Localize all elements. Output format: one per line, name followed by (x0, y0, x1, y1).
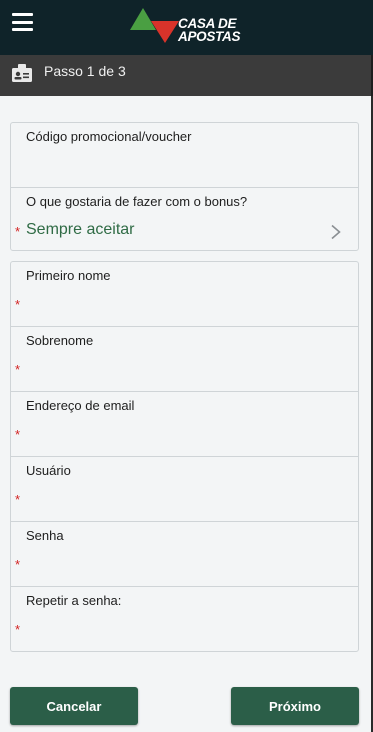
required-asterisk: * (15, 557, 21, 572)
username-field[interactable]: Usuário * (11, 457, 358, 522)
required-asterisk: * (15, 622, 21, 637)
personal-data-card: Primeiro nome * Sobrenome * Endereço de … (10, 261, 359, 652)
bonus-value: Sempre aceitar (26, 221, 135, 238)
email-field[interactable]: Endereço de email * (11, 392, 358, 457)
promo-card: Código promocional/voucher O que gostari… (10, 122, 359, 251)
password-label: Senha (26, 528, 64, 543)
last-name-field[interactable]: Sobrenome * (11, 327, 358, 392)
bonus-label: O que gostaria de fazer com o bonus? (26, 194, 248, 209)
required-asterisk: * (15, 427, 21, 442)
step-label: Passo 1 de 3 (44, 63, 126, 79)
email-label: Endereço de email (26, 398, 135, 413)
last-name-label: Sobrenome (26, 333, 94, 348)
cancel-button[interactable]: Cancelar (10, 687, 138, 725)
first-name-field[interactable]: Primeiro nome * (11, 262, 358, 327)
required-asterisk: * (15, 492, 21, 507)
required-asterisk: * (15, 224, 21, 239)
next-button[interactable]: Próximo (231, 687, 359, 725)
required-asterisk: * (15, 297, 21, 312)
password-field[interactable]: Senha * (11, 522, 358, 587)
chevron-right-icon (331, 224, 341, 240)
logo-line-2: APOSTAS (178, 29, 241, 44)
logo-wordmark: CASA DE APOSTAS (178, 17, 241, 44)
first-name-label: Primeiro nome (26, 268, 111, 283)
hamburger-menu-icon[interactable] (12, 13, 33, 31)
id-card-icon (12, 64, 32, 82)
required-asterisk: * (15, 362, 21, 377)
step-indicator-bar: Passo 1 de 3 (0, 55, 373, 96)
bonus-select[interactable]: O que gostaria de fazer com o bonus? * S… (11, 188, 358, 253)
username-label: Usuário (26, 463, 71, 478)
promo-code-label: Código promocional/voucher (26, 129, 192, 144)
top-header: CASA DE APOSTAS (0, 0, 373, 55)
registration-form: Código promocional/voucher O que gostari… (0, 96, 373, 732)
casa-de-apostas-logo[interactable]: CASA DE APOSTAS (127, 5, 247, 47)
promo-code-field[interactable]: Código promocional/voucher (11, 123, 358, 188)
repeat-password-field[interactable]: Repetir a senha: * (11, 587, 358, 652)
repeat-password-label: Repetir a senha: (26, 593, 122, 608)
